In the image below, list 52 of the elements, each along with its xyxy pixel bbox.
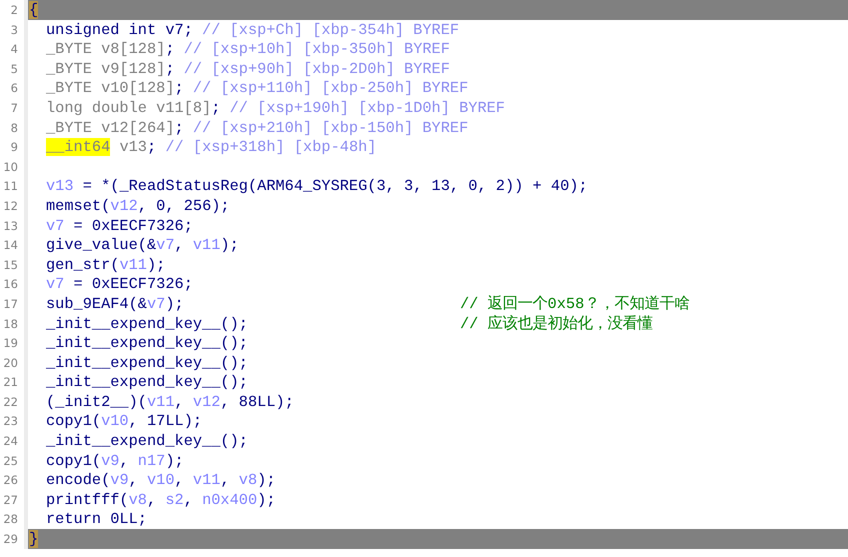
code-line: __int64 v13; // [xsp+318h] [xbp-48h] <box>46 138 376 156</box>
line-number: 4 <box>0 39 28 59</box>
line-number: 8 <box>0 118 28 138</box>
code-line: _BYTE v10[128]; // [xsp+110h] [xbp-250h] BYREF <box>46 79 468 98</box>
line-number: 7 <box>0 98 28 118</box>
code-line: printfff(v8, s2, n0x400); <box>46 490 276 509</box>
code-line: _BYTE v12[264]; // [xsp+210h] [xbp-150h] BYREF <box>46 118 468 137</box>
code-line: _init__expend_key__(); <box>46 354 248 372</box>
code-line: _init__expend_key__(); <box>46 432 248 450</box>
line-number: 21 <box>0 372 28 392</box>
code-line: _BYTE v8[128]; // [xsp+10h] [xbp-350h] BYREF <box>46 40 450 58</box>
line-number: 15 <box>0 254 28 274</box>
code-line: _BYTE v9[128]; // [xsp+90h] [xbp-2D0h] BYREF <box>46 60 450 78</box>
code-line: give_value(&v7, v11); <box>46 236 239 254</box>
code-comment: // 应该也是初始化，没看懂 <box>460 314 653 332</box>
code-line: _init__expend_key__(); <box>46 373 248 392</box>
line-number: 18 <box>0 314 28 334</box>
code-line: _init__expend_key__(); <box>46 314 248 332</box>
line-number: 13 <box>0 216 28 236</box>
code-line: memset(v12, 0, 256); <box>46 196 230 215</box>
line-number: 12 <box>0 196 28 216</box>
code-line: unsigned int v7; // [xsp+Ch] [xbp-354h] BYREF <box>46 20 460 39</box>
code-line: return 0LL; <box>46 510 147 528</box>
code-line: sub_9EAF4(&v7); <box>46 294 184 313</box>
line-number: 6 <box>0 78 28 98</box>
code-line: copy1(v9, n17); <box>46 452 184 470</box>
code-line: (_init2__)(v11, v12, 88LL); <box>46 392 294 411</box>
line-number: 25 <box>0 450 28 470</box>
code-line: _init__expend_key__(); <box>46 334 248 352</box>
line-number: 10 <box>0 156 28 176</box>
line-number: 24 <box>0 431 28 451</box>
code-line: gen_str(v11); <box>46 256 166 274</box>
code-line: encode(v9, v10, v11, v8); <box>46 471 276 490</box>
line-number: 17 <box>0 294 28 314</box>
line-number: 14 <box>0 235 28 255</box>
line-number: 27 <box>0 490 28 510</box>
line-number: 22 <box>0 392 28 412</box>
line-number: 20 <box>0 352 28 372</box>
line-number: 26 <box>0 470 28 490</box>
line-number: 19 <box>0 333 28 353</box>
line-number: 23 <box>0 411 28 432</box>
code-line: v7 = 0xEECF7326; <box>46 275 193 294</box>
line-number: 3 <box>0 20 28 40</box>
line-number: 16 <box>0 274 28 294</box>
line-number: 9 <box>0 137 28 157</box>
line-number: 11 <box>0 176 28 196</box>
code-line: copy1(v10, 17LL); <box>46 412 202 430</box>
code-line: v13 = *(_ReadStatusReg(ARM64_SYSREG(3, 3, 13, 0, 2)) + 40); <box>46 177 588 196</box>
code-line: long double v11[8]; // [xsp+190h] [xbp-1D0h] BYREF <box>46 98 505 117</box>
code-comment: // 返回一个0x58？，不知道干啥 <box>460 294 690 313</box>
line-number: 5 <box>0 58 28 78</box>
code-line: v7 = 0xEECF7326; <box>46 216 193 235</box>
